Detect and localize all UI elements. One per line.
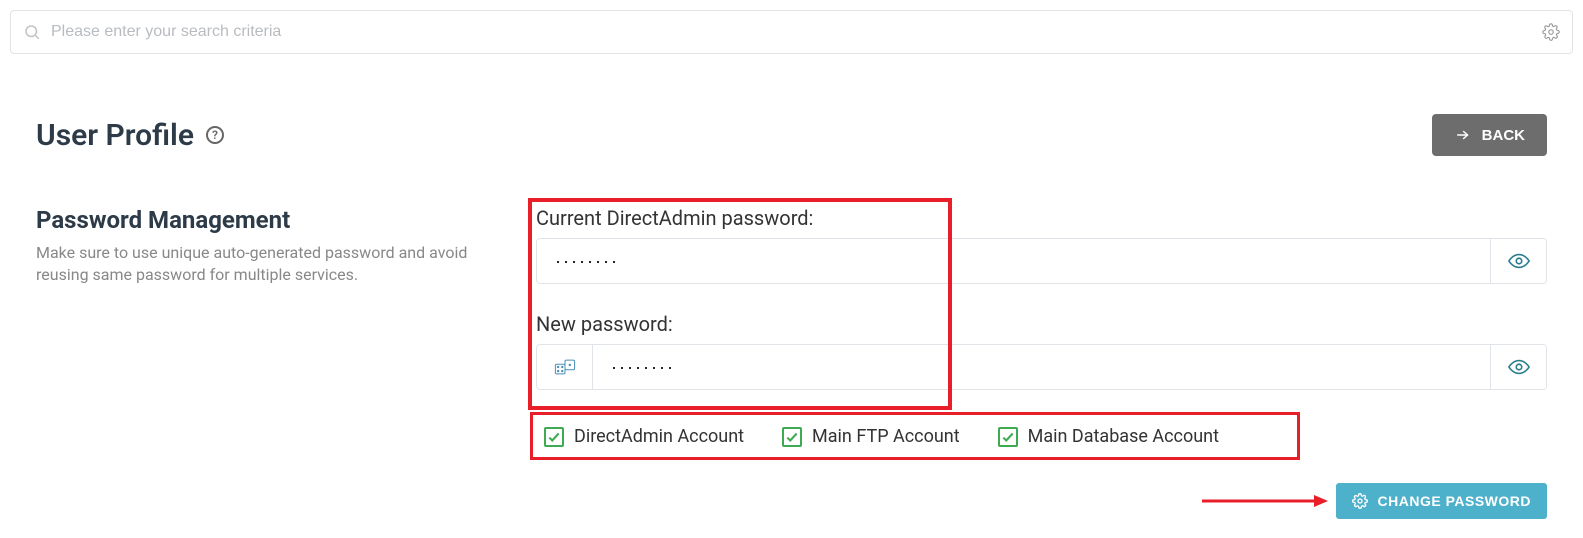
checkbox-directadmin[interactable]: DirectAdmin Account <box>544 426 744 447</box>
gear-icon[interactable] <box>1542 23 1560 41</box>
current-password-input[interactable] <box>537 239 1490 283</box>
eye-icon <box>1508 356 1530 378</box>
search-input[interactable] <box>51 23 1542 41</box>
current-password-group <box>536 238 1547 284</box>
right-column: Current DirectAdmin password: New passwo… <box>536 206 1547 519</box>
checkbox-box <box>998 427 1018 447</box>
new-password-label: New password: <box>536 312 1547 336</box>
annotation-arrow-icon <box>1200 491 1330 511</box>
new-password-block: New password: <box>536 312 1547 390</box>
checkbox-box <box>782 427 802 447</box>
checkbox-ftp[interactable]: Main FTP Account <box>782 426 960 447</box>
checkbox-label: Main FTP Account <box>812 426 960 447</box>
back-label: BACK <box>1482 127 1525 144</box>
current-password-label: Current DirectAdmin password: <box>536 206 1547 230</box>
section-title: Password Management <box>36 206 506 234</box>
check-icon <box>1001 430 1015 444</box>
dice-icon <box>554 358 576 376</box>
checkbox-box <box>544 427 564 447</box>
eye-icon <box>1508 250 1530 272</box>
left-column: Password Management Make sure to use uni… <box>36 206 506 287</box>
checkbox-row: DirectAdmin Account Main FTP Account Mai… <box>536 418 1547 455</box>
content-row: Password Management Make sure to use uni… <box>10 206 1573 519</box>
checkbox-database[interactable]: Main Database Account <box>998 426 1219 447</box>
back-button[interactable]: BACK <box>1432 114 1547 156</box>
toggle-visibility-current[interactable] <box>1490 239 1546 283</box>
checkbox-label: DirectAdmin Account <box>574 426 744 447</box>
page-title-wrap: User Profile ? <box>36 118 224 153</box>
check-icon <box>547 430 561 444</box>
new-password-group <box>536 344 1547 390</box>
action-row: CHANGE PASSWORD <box>536 483 1547 519</box>
current-password-block: Current DirectAdmin password: <box>536 206 1547 284</box>
checkbox-label: Main Database Account <box>1028 426 1219 447</box>
back-arrow-icon <box>1454 128 1472 142</box>
section-desc: Make sure to use unique auto-generated p… <box>36 242 506 287</box>
search-bar <box>10 10 1573 54</box>
toggle-visibility-new[interactable] <box>1490 345 1546 389</box>
generate-password-button[interactable] <box>537 345 593 389</box>
page-title: User Profile <box>36 118 194 153</box>
gear-small-icon <box>1352 493 1368 509</box>
change-password-label: CHANGE PASSWORD <box>1378 493 1531 509</box>
search-icon <box>23 23 41 41</box>
help-icon[interactable]: ? <box>206 126 224 144</box>
new-password-input[interactable] <box>593 345 1490 389</box>
check-icon <box>785 430 799 444</box>
change-password-button[interactable]: CHANGE PASSWORD <box>1336 483 1547 519</box>
header-row: User Profile ? BACK <box>10 114 1573 156</box>
